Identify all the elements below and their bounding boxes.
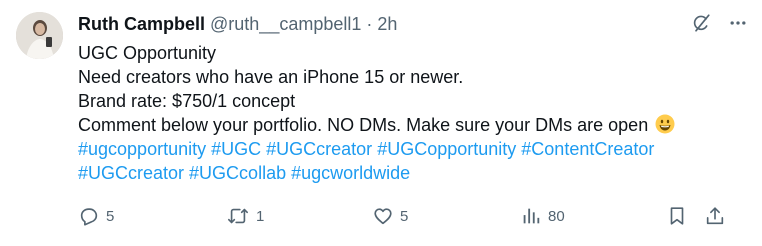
repost-icon [228, 208, 248, 224]
repost-button[interactable]: 1 [226, 205, 264, 227]
tweet[interactable]: Ruth Campbell @ruth__campbell1 · 2h UGC … [0, 0, 762, 246]
hashtag-link[interactable]: #ugcopportunity [78, 139, 206, 159]
avatar[interactable] [16, 12, 63, 59]
heart-icon [374, 208, 392, 225]
tweet-line: Need creators who have an iPhone 15 or n… [78, 67, 464, 87]
views-button[interactable]: 80 [520, 205, 565, 227]
views-icon [523, 208, 540, 224]
reply-icon [80, 208, 98, 226]
author-name[interactable]: Ruth Campbell [78, 12, 205, 36]
like-count: 5 [400, 207, 409, 225]
tweet-line: UGC Opportunity [78, 43, 217, 63]
hashtag-line: #ugcopportunity #UGC #UGCcreator #UGCopp… [78, 137, 748, 161]
hashtag-link[interactable]: #UGCcreator [266, 139, 372, 159]
reply-button[interactable]: 5 [78, 205, 114, 227]
bookmark-button[interactable] [666, 205, 688, 227]
tweet-line: Brand rate: $750/1 concept [78, 91, 296, 111]
hashtag-link[interactable]: #UGCcreator [78, 163, 184, 183]
tweet-text: UGC Opportunity Need creators who have a… [78, 41, 748, 185]
bookmark-icon [670, 207, 684, 225]
tweet-header: Ruth Campbell @ruth__campbell1 · 2h [78, 12, 748, 36]
hashtag-line: #UGCcreator #UGCcollab #ugcworldwide [78, 161, 748, 185]
grinning-face-emoji [655, 114, 675, 134]
views-count: 80 [548, 207, 565, 225]
reply-count: 5 [106, 207, 115, 225]
header-actions [690, 12, 748, 34]
tweet-actions: 5 1 5 80 [78, 205, 748, 231]
share-button[interactable] [704, 205, 726, 227]
hashtag-link[interactable]: #UGCcollab [189, 163, 286, 183]
hashtag-link[interactable]: #ContentCreator [521, 139, 654, 159]
hashtag-link[interactable]: #UGCopportunity [377, 139, 516, 159]
like-button[interactable]: 5 [372, 205, 408, 227]
author-handle[interactable]: @ruth__campbell1 [210, 12, 361, 36]
repost-count: 1 [256, 207, 265, 225]
hashtag-link[interactable]: #ugcworldwide [291, 163, 410, 183]
share-icon [706, 207, 724, 225]
more-icon[interactable] [728, 13, 748, 33]
tweet-line-text: Comment below your portfolio. NO DMs. Ma… [78, 115, 649, 135]
tweet-line-with-emoji: Comment below your portfolio. NO DMs. Ma… [78, 113, 748, 137]
hashtag-link[interactable]: #UGC [211, 139, 261, 159]
tweet-content: Ruth Campbell @ruth__campbell1 · 2h UGC … [78, 12, 748, 226]
tweet-timestamp[interactable]: 2h [377, 12, 397, 36]
separator-dot: · [366, 14, 373, 34]
grok-icon[interactable] [690, 12, 712, 34]
